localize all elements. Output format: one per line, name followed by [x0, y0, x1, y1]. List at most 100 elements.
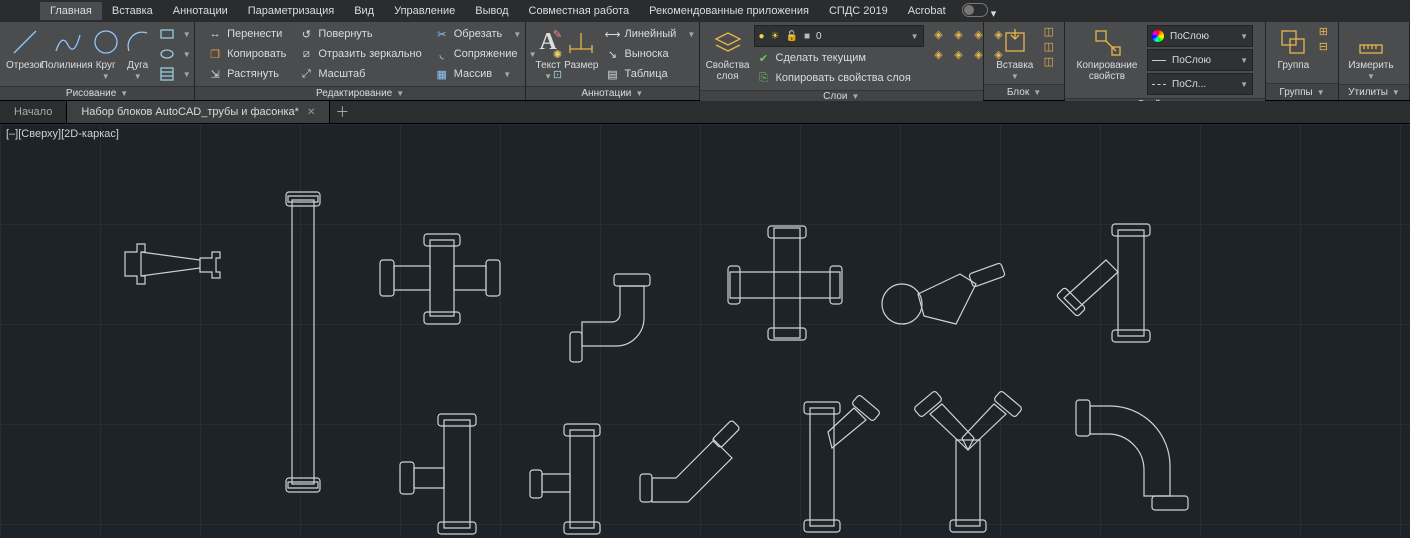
rotate-button[interactable]: ↺Повернуть	[296, 25, 423, 43]
match-props-button[interactable]: Копирование свойств	[1071, 24, 1143, 82]
block-ic1[interactable]: ◫	[1044, 25, 1054, 38]
panel-layers: Свойства слоя ● ☀ 🔓 ■ 0 ▼ ✔Сделать текущ…	[700, 22, 984, 100]
chevron-down-icon: ▼	[911, 32, 919, 41]
lock-icon: 🔓	[786, 31, 798, 42]
copy-icon: ❐	[207, 46, 223, 62]
linetype-combo[interactable]: ПоСл...▼	[1147, 73, 1253, 95]
color-wheel-icon	[1152, 30, 1164, 42]
panel-block-title[interactable]: Блок ▼	[984, 84, 1064, 100]
panel-utils-title[interactable]: Утилиты ▼	[1339, 84, 1409, 100]
layer-ic2[interactable]: ◈	[950, 25, 968, 43]
panel-modify-title[interactable]: Редактирование ▼	[195, 86, 525, 100]
rotate-icon: ↺	[298, 26, 314, 42]
tab-output[interactable]: Вывод	[465, 2, 518, 20]
tab-acrobat[interactable]: Acrobat	[898, 2, 956, 20]
group-ic2[interactable]: ⊟	[1319, 40, 1328, 53]
trim-icon: ✂	[434, 26, 450, 42]
insert-icon	[999, 26, 1031, 58]
panel-groups-title[interactable]: Группы ▼	[1266, 83, 1338, 100]
tab-annotate[interactable]: Аннотации	[163, 2, 238, 20]
panel-groups: Группа ⊞ ⊟ Группы ▼	[1266, 22, 1339, 100]
shape-tee	[380, 234, 500, 327]
text-button[interactable]: A Текст▼	[532, 24, 564, 82]
document-tabs: Начало Набор блоков AutoCAD_трубы и фасо…	[0, 101, 1410, 124]
polyline-button[interactable]: Полилиния	[44, 24, 90, 71]
layer-combo[interactable]: ● ☀ 🔓 ■ 0 ▼	[754, 25, 924, 47]
tab-featured[interactable]: Рекомендованные приложения	[639, 2, 819, 20]
copy-layer-props-button[interactable]: ⎘Копировать свойства слоя	[754, 69, 924, 87]
panel-draw-title[interactable]: Рисование ▼	[0, 86, 194, 100]
shape-elbow-ball	[880, 264, 1010, 337]
linear-button[interactable]: ⟷Линейный ▼	[602, 25, 697, 43]
array-icon: ▦	[434, 66, 450, 82]
line-button[interactable]: Отрезок	[6, 24, 44, 71]
tab-parametric[interactable]: Параметризация	[238, 2, 344, 20]
rect-icon[interactable]	[158, 25, 176, 43]
shape-pipe	[278, 192, 328, 495]
block-ic2[interactable]: ◫	[1044, 40, 1054, 53]
shape-elbow-90	[570, 274, 660, 367]
layers-icon	[712, 26, 744, 58]
tab-view[interactable]: Вид	[344, 2, 384, 20]
hatch-dd[interactable]: ▼	[178, 65, 196, 83]
scale-icon: ⤢	[298, 66, 314, 82]
color-combo[interactable]: ПоСлою▼	[1147, 25, 1253, 47]
shape-double-y	[906, 400, 1026, 535]
tab-home[interactable]: Главная	[40, 2, 102, 20]
dim-button[interactable]: Размер	[564, 24, 598, 71]
move-button[interactable]: ↔Перенести	[205, 25, 288, 43]
line-icon	[9, 26, 41, 58]
panel-annotation-title[interactable]: Аннотации ▼	[526, 86, 698, 100]
shape-elbow-45	[640, 424, 740, 507]
sun-icon: ☀	[771, 31, 780, 42]
fillet-button[interactable]: ◟Сопряжение ▼	[432, 45, 539, 63]
tab-insert[interactable]: Вставка	[102, 2, 163, 20]
doc-tab-active[interactable]: Набор блоков AutoCAD_трубы и фасонка*✕	[67, 101, 330, 123]
move-icon: ↔	[207, 26, 223, 42]
insert-block-button[interactable]: Вставка▼	[990, 24, 1040, 82]
mirror-icon: ⧄	[298, 46, 314, 62]
circle-icon	[90, 26, 122, 58]
make-current-button[interactable]: ✔Сделать текущим	[754, 49, 924, 67]
tab-spds[interactable]: СПДС 2019	[819, 2, 898, 20]
scale-button[interactable]: ⤢Масштаб	[296, 65, 423, 83]
linear-icon: ⟷	[604, 26, 620, 42]
viewport-label[interactable]: [–][Сверху][2D-каркас]	[6, 128, 119, 140]
mirror-button[interactable]: ⧄Отразить зеркально	[296, 45, 423, 63]
close-icon[interactable]: ✕	[307, 107, 315, 118]
group-ic1[interactable]: ⊞	[1319, 25, 1328, 38]
array-button[interactable]: ▦Массив ▼	[432, 65, 539, 83]
layer-props-button[interactable]: Свойства слоя	[706, 24, 750, 82]
bulb-icon: ●	[759, 31, 765, 42]
draw-extra-col: ▼ ▼ ▼	[154, 24, 200, 84]
layer-ic5[interactable]: ◈	[930, 45, 948, 63]
trim-button[interactable]: ✂Обрезать ▼	[432, 25, 539, 43]
rect-dd[interactable]: ▼	[178, 25, 196, 43]
tab-manage[interactable]: Управление	[384, 2, 465, 20]
fillet-icon: ◟	[434, 46, 450, 62]
drawing-canvas[interactable]: [–][Сверху][2D-каркас]	[0, 124, 1410, 538]
block-ic3[interactable]: ◫	[1044, 55, 1054, 68]
new-doc-button[interactable]: ＋	[330, 102, 354, 122]
ruler-icon	[1355, 26, 1387, 58]
layer-ic6[interactable]: ◈	[950, 45, 968, 63]
lineweight-combo[interactable]: ПоСлою▼	[1147, 49, 1253, 71]
ellipse-icon[interactable]	[158, 45, 176, 63]
hatch-icon[interactable]	[158, 65, 176, 83]
measure-button[interactable]: Измерить▼	[1345, 24, 1397, 82]
group-button[interactable]: Группа	[1272, 24, 1315, 71]
stretch-button[interactable]: ⇲Растянуть	[205, 65, 288, 83]
panel-draw: Отрезок Полилиния Круг▼ Дуга▼	[0, 22, 195, 100]
dash-icon	[1152, 84, 1166, 85]
tab-collab[interactable]: Совместная работа	[519, 2, 640, 20]
arc-button[interactable]: Дуга▼	[122, 24, 154, 82]
layer-ic1[interactable]: ◈	[930, 25, 948, 43]
leader-button[interactable]: ↘Выноска	[602, 45, 697, 63]
stretch-icon: ⇲	[207, 66, 223, 82]
copy-button[interactable]: ❐Копировать	[205, 45, 288, 63]
ellipse-dd[interactable]: ▼	[178, 45, 196, 63]
table-button[interactable]: ▤Таблица	[602, 65, 697, 83]
circle-button[interactable]: Круг▼	[90, 24, 122, 82]
tab-extra[interactable]: ▾	[956, 0, 1003, 23]
doc-tab-start[interactable]: Начало	[0, 101, 67, 123]
